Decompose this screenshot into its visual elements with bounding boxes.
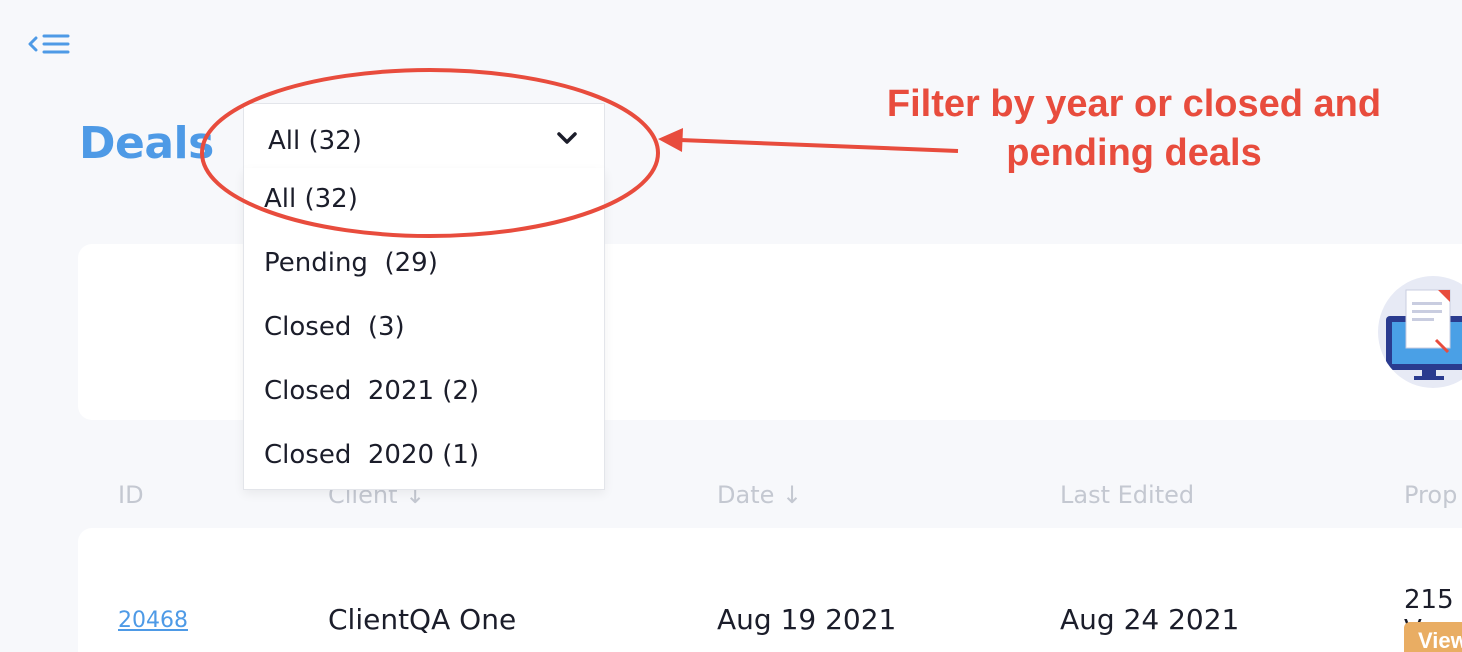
filter-option-all[interactable]: All (32) <box>264 184 358 214</box>
column-header-id: ID <box>118 481 144 509</box>
column-header-date[interactable]: Date ↓ <box>717 481 802 509</box>
filter-option-closed-2021[interactable]: Closed 2021 (2) <box>264 376 479 406</box>
filter-option-pending[interactable]: Pending (29) <box>264 248 438 278</box>
column-header-last-edited: Last Edited <box>1060 481 1195 509</box>
deal-date: Aug 19 2021 <box>717 603 897 636</box>
annotation-line-2: pending deals <box>1006 132 1262 174</box>
collapse-menu-button[interactable] <box>28 30 72 58</box>
filter-option-closed-2020[interactable]: Closed 2020 (1) <box>264 440 479 470</box>
filter-option-closed[interactable]: Closed (3) <box>264 312 405 342</box>
last-edited-date: Aug 24 2021 <box>1060 603 1240 636</box>
deal-filter-selected-value: All (32) <box>268 126 362 156</box>
client-name: ClientQA One <box>328 603 517 636</box>
annotation-line-1: Filter by year or closed and <box>886 83 1382 125</box>
column-header-property: Prop <box>1404 481 1458 509</box>
annotation-text: Filter by year or closed and pending dea… <box>860 80 1408 178</box>
view-button[interactable]: View <box>1404 622 1462 652</box>
deal-filter-dropdown: All (32) Pending (29) Closed (3) Closed … <box>243 168 605 490</box>
collapse-menu-icon <box>28 34 70 54</box>
deal-id-link[interactable]: 20468 <box>118 608 188 633</box>
page-title: Deals <box>79 118 214 169</box>
annotation-arrow-head <box>658 128 683 152</box>
chevron-down-icon <box>557 132 577 144</box>
deal-filter-select[interactable]: All (32) <box>243 103 605 173</box>
